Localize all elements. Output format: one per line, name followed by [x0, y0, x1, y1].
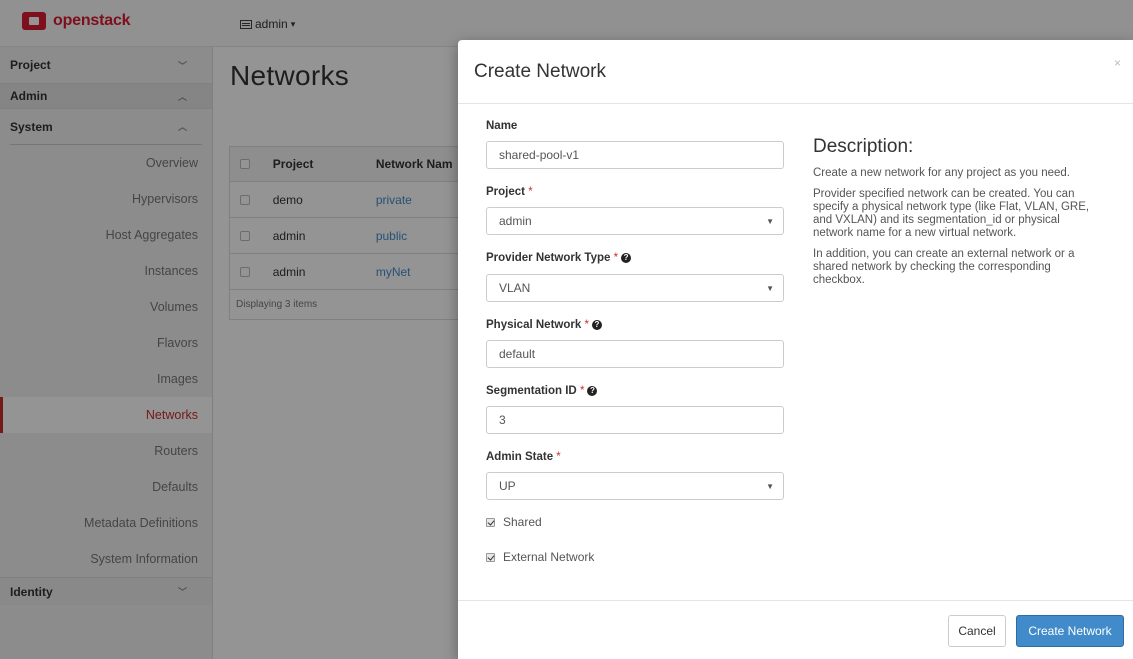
- name-label: Name: [486, 120, 518, 132]
- required-marker: *: [556, 451, 561, 463]
- shared-checkbox[interactable]: [486, 517, 495, 527]
- description-text: Provider specified network can be create…: [813, 188, 1090, 239]
- physical-network-input[interactable]: default: [486, 340, 784, 368]
- help-icon[interactable]: ?: [621, 253, 632, 263]
- description-panel: Description: Create a new network for an…: [813, 136, 1103, 295]
- caret-down-icon: ▼: [766, 216, 774, 226]
- modal-header: Create Network ×: [458, 40, 1133, 104]
- required-marker: *: [584, 319, 589, 331]
- admin-state-select[interactable]: UP ▼: [486, 472, 784, 500]
- provider-network-type-select[interactable]: VLAN ▼: [486, 274, 784, 302]
- shared-checkbox-row[interactable]: Shared: [486, 515, 784, 529]
- external-network-checkbox-label: External Network: [503, 550, 595, 564]
- project-select-value: admin: [499, 214, 532, 228]
- required-marker: *: [613, 252, 619, 264]
- external-network-checkbox-row[interactable]: External Network: [486, 550, 784, 564]
- caret-down-icon: ▼: [766, 481, 774, 491]
- project-select[interactable]: admin ▼: [486, 207, 784, 235]
- description-title: Description:: [813, 136, 914, 157]
- admin-state-value: UP: [499, 479, 516, 493]
- required-marker: *: [528, 186, 533, 198]
- segmentation-id-label: Segmentation ID *?: [486, 385, 784, 397]
- help-icon[interactable]: ?: [591, 320, 602, 330]
- cancel-button[interactable]: Cancel: [948, 615, 1006, 647]
- provider-network-type-value: VLAN: [499, 281, 531, 295]
- close-icon[interactable]: ×: [1114, 56, 1121, 70]
- segmentation-id-input[interactable]: 3: [486, 406, 784, 434]
- description-text: Create a new network for any project as …: [813, 167, 1070, 179]
- description-text: In addition, you can create an external …: [813, 248, 1075, 286]
- external-network-checkbox[interactable]: [486, 552, 495, 562]
- name-input[interactable]: shared-pool-v1: [486, 141, 784, 169]
- help-icon[interactable]: ?: [587, 386, 598, 396]
- create-network-modal: Create Network × Name shared-pool-v1 Pro…: [458, 40, 1133, 659]
- shared-checkbox-label: Shared: [503, 515, 542, 529]
- modal-footer: Cancel Create Network: [458, 600, 1133, 659]
- project-label: Project *: [486, 186, 533, 198]
- physical-network-label: Physical Network *?: [486, 319, 784, 331]
- create-network-form: Name shared-pool-v1 Project * admin ▼ Pr…: [486, 120, 784, 564]
- admin-state-label: Admin State *: [486, 451, 561, 463]
- required-marker: *: [579, 385, 585, 397]
- create-network-button[interactable]: Create Network: [1016, 615, 1124, 647]
- modal-title: Create Network: [474, 61, 606, 82]
- caret-down-icon: ▼: [766, 283, 774, 293]
- provider-network-type-label: Provider Network Type *?: [486, 252, 784, 264]
